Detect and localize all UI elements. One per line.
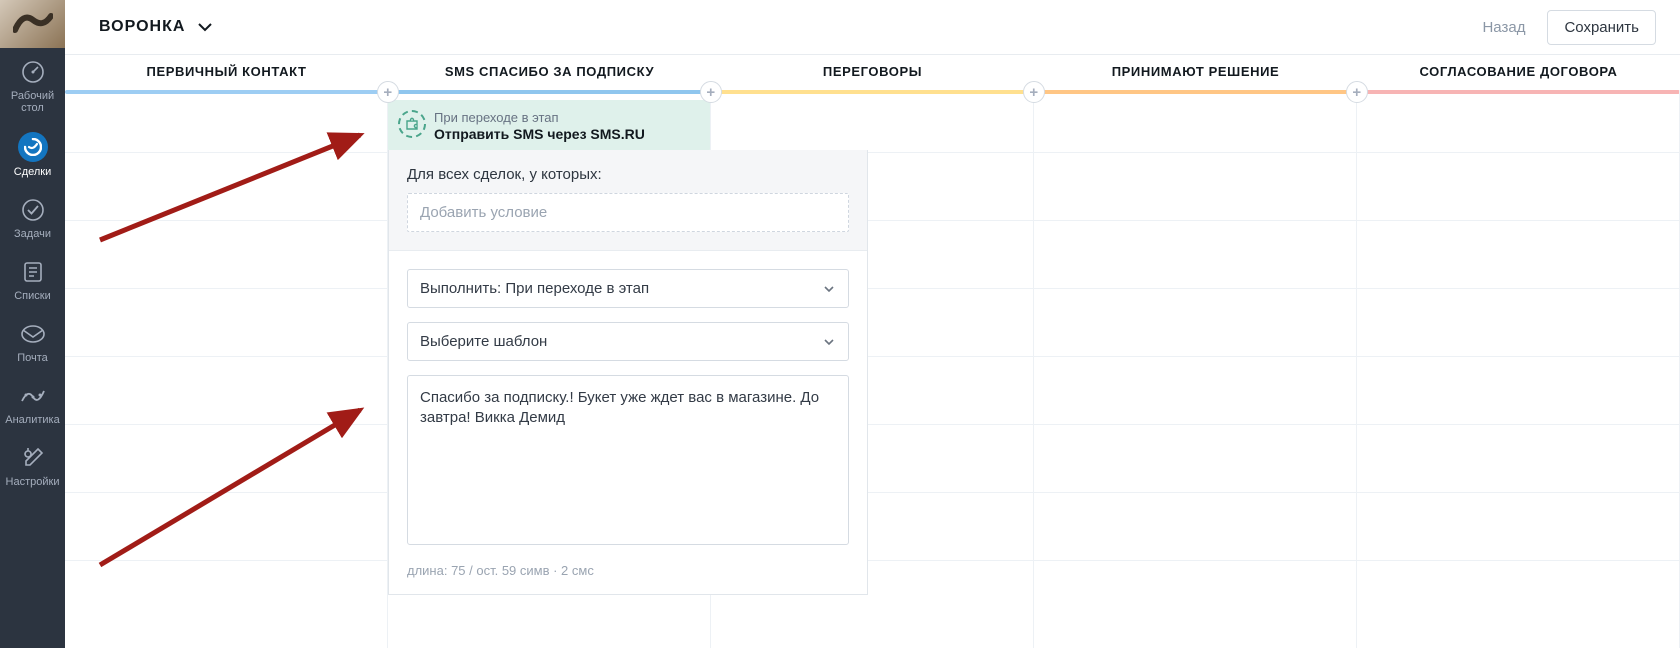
stage-label: СОГЛАСОВАНИЕ ДОГОВОРА: [1419, 64, 1617, 79]
dashboard-icon: [19, 58, 47, 86]
trigger-title: Отправить SMS через SMS.RU: [434, 126, 696, 142]
stage-label: ПЕРВИЧНЫЙ КОНТАКТ: [147, 64, 307, 79]
nav-label: Аналитика: [5, 414, 59, 426]
trigger-card[interactable]: При переходе в этап Отправить SMS через …: [388, 100, 710, 152]
sidebar: Рабочий стол Сделки Задачи Списки Почта …: [0, 0, 65, 648]
nav-tasks[interactable]: Задачи: [0, 186, 65, 248]
nav-label: Рабочий стол: [11, 90, 54, 114]
message-textarea[interactable]: Спасибо за подписку.! Букет уже ждет вас…: [407, 375, 849, 545]
chevron-down-icon[interactable]: [195, 17, 215, 37]
topbar: ВОРОНКА Назад Сохранить: [65, 0, 1680, 54]
nav-dashboard[interactable]: Рабочий стол: [0, 48, 65, 122]
execute-select[interactable]: Выполнить: При переходе в этап: [407, 269, 849, 308]
column-4: [1357, 90, 1680, 648]
nav-mail[interactable]: Почта: [0, 310, 65, 372]
nav-analytics[interactable]: Аналитика: [0, 372, 65, 434]
column-0: [65, 90, 388, 648]
avatar[interactable]: [0, 0, 65, 48]
stage-header[interactable]: ПРИНИМАЮТ РЕШЕНИЕ+: [1034, 55, 1357, 90]
stage-label: SMS СПАСИБО ЗА ПОДПИСКУ: [445, 64, 654, 79]
puzzle-icon: [398, 110, 426, 138]
column-3: [1034, 90, 1357, 648]
tasks-icon: [19, 196, 47, 224]
columns: При переходе в этап Отправить SMS через …: [65, 90, 1680, 648]
add-stage-button[interactable]: +: [700, 81, 722, 103]
add-stage-button[interactable]: +: [377, 81, 399, 103]
back-button[interactable]: Назад: [1466, 11, 1541, 44]
add-condition-input[interactable]: Добавить условие: [407, 193, 849, 232]
save-button[interactable]: Сохранить: [1547, 10, 1656, 45]
config-panel: Для всех сделок, у которых: Добавить усл…: [388, 150, 868, 595]
nav-label: Задачи: [14, 228, 51, 240]
nav-label: Сделки: [14, 166, 52, 178]
page-title: ВОРОНКА: [99, 18, 185, 36]
trigger-subtitle: При переходе в этап: [434, 110, 696, 125]
stage-header[interactable]: ПЕРЕГОВОРЫ+: [711, 55, 1034, 90]
deals-icon: [18, 132, 48, 162]
stage-header[interactable]: ПЕРВИЧНЫЙ КОНТАКТ+: [65, 55, 388, 90]
nav-label: Списки: [14, 290, 51, 302]
conditions-label: Для всех сделок, у которых:: [407, 166, 849, 183]
nav-deals[interactable]: Сделки: [0, 122, 65, 186]
stage-header[interactable]: SMS СПАСИБО ЗА ПОДПИСКУ+: [388, 55, 711, 90]
nav-settings[interactable]: Настройки: [0, 434, 65, 496]
chevron-down-icon: [822, 282, 836, 296]
add-stage-button[interactable]: +: [1346, 81, 1368, 103]
column-1: При переходе в этап Отправить SMS через …: [388, 90, 711, 648]
nav-lists[interactable]: Списки: [0, 248, 65, 310]
nav-label: Настройки: [6, 476, 60, 488]
lists-icon: [19, 258, 47, 286]
nav-label: Почта: [17, 352, 48, 364]
stage-label: ПРИНИМАЮТ РЕШЕНИЕ: [1112, 64, 1280, 79]
main: ВОРОНКА Назад Сохранить ПЕРВИЧНЫЙ КОНТАК…: [65, 0, 1680, 648]
template-select[interactable]: Выберите шаблон: [407, 322, 849, 361]
stage-label: ПЕРЕГОВОРЫ: [823, 64, 922, 79]
add-stage-button[interactable]: +: [1023, 81, 1045, 103]
char-counter: длина: 75 / ост. 59 симв · 2 смс: [389, 563, 867, 594]
execute-select-value: Выполнить: При переходе в этап: [420, 280, 649, 297]
stage-headers: ПЕРВИЧНЫЙ КОНТАКТ+SMS СПАСИБО ЗА ПОДПИСК…: [65, 54, 1680, 90]
analytics-icon: [19, 382, 47, 410]
mail-icon: [19, 320, 47, 348]
chevron-down-icon: [822, 335, 836, 349]
stage-header[interactable]: СОГЛАСОВАНИЕ ДОГОВОРА: [1357, 55, 1680, 90]
template-select-value: Выберите шаблон: [420, 333, 547, 350]
settings-icon: [19, 444, 47, 472]
